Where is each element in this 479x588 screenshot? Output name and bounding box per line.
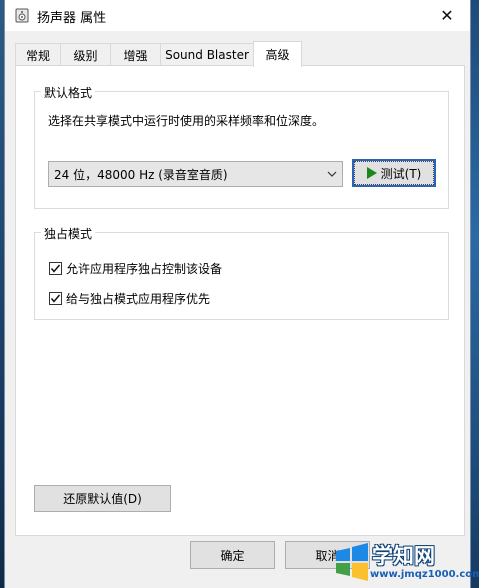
close-icon: ✕ bbox=[440, 6, 454, 25]
give-priority-label: 给与独占模式应用程序优先 bbox=[66, 292, 211, 306]
speaker-icon bbox=[15, 8, 29, 23]
watermark-name: 学知网 bbox=[372, 544, 435, 568]
give-priority-checkbox-row[interactable]: 给与独占模式应用程序优先 bbox=[49, 290, 210, 307]
desktop-background-right bbox=[471, 0, 479, 588]
chevron-down-icon bbox=[326, 168, 338, 180]
exclusive-mode-title: 独占模式 bbox=[41, 225, 96, 242]
default-format-group: 默认格式 选择在共享模式中运行时使用的采样频率和位深度。 24 位，48000 … bbox=[34, 84, 449, 209]
tab-sound-blaster[interactable]: Sound Blaster bbox=[160, 43, 254, 66]
selected-format-value: 24 位，48000 Hz (录音室音质) bbox=[54, 167, 228, 182]
default-format-title: 默认格式 bbox=[41, 84, 96, 101]
site-watermark: 学知网 www.jmqz1000.com bbox=[330, 535, 479, 588]
tab-strip: 常规 级别 增强 Sound Blaster 高级 bbox=[15, 41, 465, 67]
give-priority-checkbox[interactable] bbox=[49, 292, 62, 305]
allow-exclusive-checkbox[interactable] bbox=[49, 262, 62, 275]
tab-levels[interactable]: 级别 bbox=[60, 43, 111, 66]
test-button[interactable]: 测试(T) bbox=[352, 159, 436, 187]
restore-defaults-button[interactable]: 还原默认值(D) bbox=[34, 485, 171, 512]
speaker-properties-dialog: 扬声器 属性 ✕ 常规 级别 增强 Sound Blaster 高级 默认格式 … bbox=[4, 0, 471, 588]
tab-advanced[interactable]: 高级 bbox=[253, 41, 302, 67]
tab-general[interactable]: 常规 bbox=[15, 43, 61, 66]
allow-exclusive-label: 允许应用程序独占控制该设备 bbox=[66, 262, 223, 276]
advanced-tab-panel: 默认格式 选择在共享模式中运行时使用的采样频率和位深度。 24 位，48000 … bbox=[15, 65, 465, 536]
sample-rate-select[interactable]: 24 位，48000 Hz (录音室音质) bbox=[48, 161, 343, 187]
close-button[interactable]: ✕ bbox=[424, 0, 470, 31]
tab-enhancements[interactable]: 增强 bbox=[110, 43, 161, 66]
windows-logo-icon bbox=[336, 543, 368, 581]
ok-button[interactable]: 确定 bbox=[190, 541, 275, 569]
title-bar[interactable]: 扬声器 属性 ✕ bbox=[5, 0, 470, 31]
play-icon bbox=[366, 167, 377, 179]
exclusive-mode-group: 独占模式 允许应用程序独占控制该设备 给与独占模式应用程序优先 bbox=[34, 225, 449, 320]
default-format-description: 选择在共享模式中运行时使用的采样频率和位深度。 bbox=[48, 114, 325, 128]
test-button-focus: 测试(T) bbox=[354, 161, 434, 185]
test-button-label: 测试(T) bbox=[380, 166, 422, 181]
window-title: 扬声器 属性 bbox=[37, 11, 107, 26]
watermark-url: www.jmqz1000.com bbox=[370, 569, 479, 580]
allow-exclusive-checkbox-row[interactable]: 允许应用程序独占控制该设备 bbox=[49, 260, 222, 277]
